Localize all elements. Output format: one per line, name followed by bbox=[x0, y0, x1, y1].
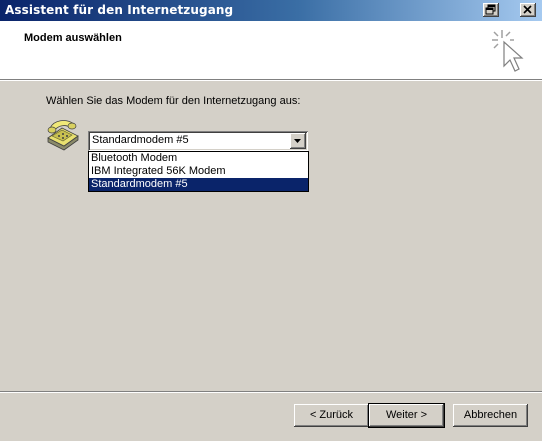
back-button[interactable]: < Zurück bbox=[294, 404, 369, 427]
help-button[interactable] bbox=[483, 3, 499, 17]
dropdown-option-standardmodem[interactable]: Standardmodem #5 bbox=[89, 178, 308, 191]
wizard-header: Modem auswählen bbox=[0, 21, 542, 79]
restore-icon bbox=[485, 4, 496, 15]
dropdown-option-bluetooth[interactable]: Bluetooth Modem bbox=[89, 152, 308, 165]
window-title: Assistent für den Internetzugang bbox=[5, 3, 234, 17]
modem-combobox[interactable]: Standardmodem #5 bbox=[88, 131, 308, 151]
wizard-window: Assistent für den Internetzugang Modem a… bbox=[0, 0, 542, 441]
wizard-wand-icon bbox=[492, 30, 524, 72]
page-title: Modem auswählen bbox=[24, 32, 122, 44]
close-icon bbox=[523, 5, 532, 14]
modem-combobox-value: Standardmodem #5 bbox=[92, 134, 189, 146]
instruction-text: Wählen Sie das Modem für den Internetzug… bbox=[46, 95, 301, 107]
dropdown-option-ibm[interactable]: IBM Integrated 56K Modem bbox=[89, 165, 308, 178]
modem-dropdown-list[interactable]: Bluetooth Modem IBM Integrated 56K Modem… bbox=[88, 151, 309, 192]
title-bar[interactable]: Assistent für den Internetzugang bbox=[0, 0, 542, 21]
cancel-button[interactable]: Abbrechen bbox=[453, 404, 528, 427]
dropdown-button[interactable] bbox=[290, 133, 306, 149]
telephone-icon bbox=[47, 120, 79, 151]
next-button[interactable]: Weiter > bbox=[369, 404, 444, 427]
close-button[interactable] bbox=[520, 3, 536, 17]
chevron-down-icon bbox=[294, 139, 301, 143]
